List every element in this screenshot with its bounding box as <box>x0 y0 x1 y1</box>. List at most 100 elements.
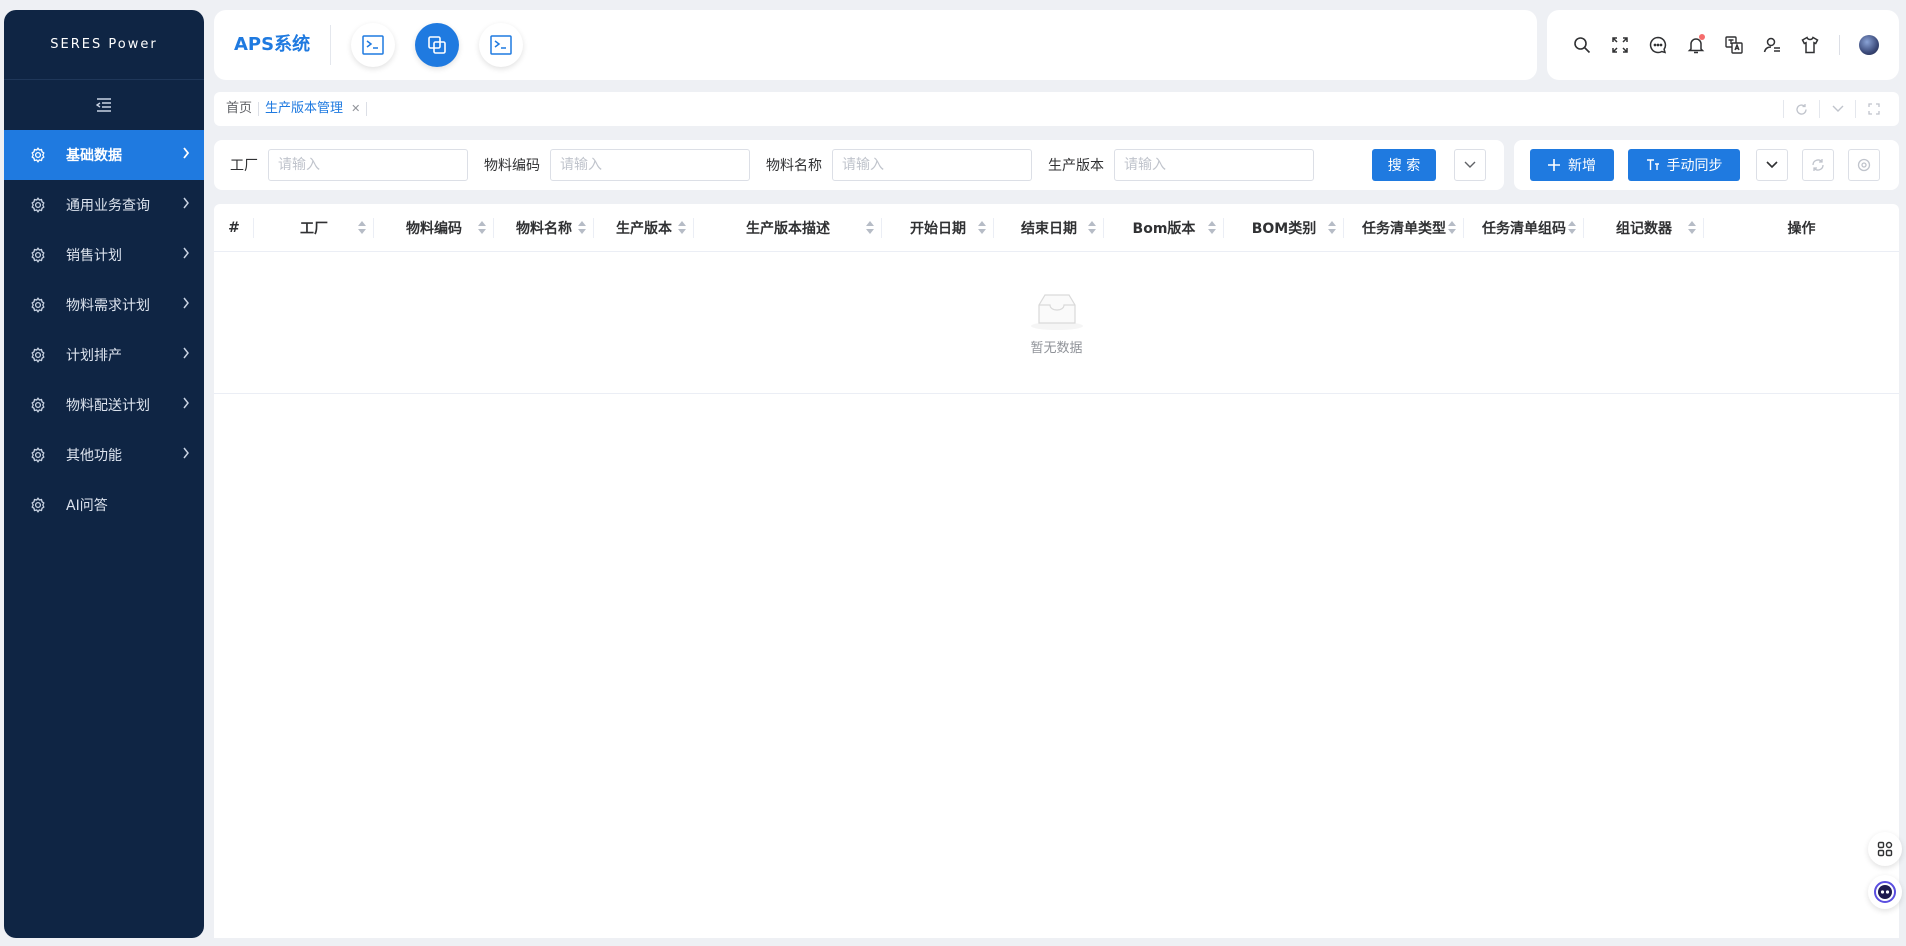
fullscreen-icon <box>1612 37 1628 53</box>
column-header-factory[interactable]: 工厂 <box>254 204 374 252</box>
message-icon <box>1649 36 1667 54</box>
column-header-index: # <box>214 204 254 252</box>
column-header-bom-category[interactable]: BOM类别 <box>1224 204 1344 252</box>
empty-text: 暂无数据 <box>1030 341 1083 356</box>
collapse-menu-button[interactable] <box>4 80 204 130</box>
settings-icon <box>1857 158 1871 172</box>
column-header-bom-version[interactable]: Bom版本 <box>1104 204 1224 252</box>
sort-icon[interactable] <box>978 220 986 234</box>
sort-icon[interactable] <box>478 220 486 234</box>
chevron-down-icon <box>1832 105 1843 112</box>
translate-button[interactable] <box>1715 26 1753 64</box>
production-version-input[interactable] <box>1114 149 1314 181</box>
tab-maximize-button[interactable] <box>1855 100 1891 118</box>
expand-filter-button[interactable] <box>1454 149 1486 181</box>
sort-icon[interactable] <box>1208 220 1216 234</box>
sidebar-item-label: 计划排产 <box>66 348 122 364</box>
column-header-start-date[interactable]: 开始日期 <box>882 204 994 252</box>
refresh-table-button[interactable] <box>1802 149 1834 181</box>
production-version-table: # 工厂 物料编码 物料名称 生产版本 生产版本描述 开始日期 结束日期 Bom… <box>214 204 1899 938</box>
chevron-right-icon <box>182 197 190 209</box>
shirt-icon <box>1801 36 1819 54</box>
notification-button[interactable] <box>1677 26 1715 64</box>
sort-icon[interactable] <box>1328 220 1336 234</box>
manual-sync-button[interactable]: 手动同步 <box>1628 149 1740 181</box>
gear-icon <box>30 297 46 313</box>
sidebar-item-sales-plan[interactable]: 销售计划 <box>4 230 204 280</box>
refresh-icon <box>1812 159 1824 171</box>
theme-button[interactable] <box>1791 26 1829 64</box>
sidebar-item-ai-qa[interactable]: AI问答 <box>4 480 204 530</box>
divider <box>1839 35 1840 55</box>
material-name-label: 物料名称 <box>766 158 822 174</box>
nav-shortcut-button[interactable] <box>351 23 396 67</box>
table-header: # 工厂 物料编码 物料名称 生产版本 生产版本描述 开始日期 结束日期 Bom… <box>214 204 1899 252</box>
message-button[interactable] <box>1639 26 1677 64</box>
search-button[interactable]: 搜 索 <box>1372 149 1436 181</box>
top-header: APS系统 <box>214 10 1537 80</box>
sidebar-item-label: 基础数据 <box>66 148 122 164</box>
column-header-version-description[interactable]: 生产版本描述 <box>694 204 882 252</box>
nav-shortcut-button-active[interactable] <box>415 23 460 67</box>
refresh-icon <box>1796 103 1807 115</box>
sidebar-item-label: 物料配送计划 <box>66 398 150 414</box>
sort-icon[interactable] <box>866 220 874 234</box>
sync-icon <box>1646 159 1659 170</box>
more-actions-button[interactable] <box>1756 149 1788 181</box>
nav-shortcut-button[interactable] <box>479 23 524 67</box>
sidebar-item-label: 其他功能 <box>66 448 122 464</box>
chevron-down-icon <box>1766 161 1778 169</box>
terminal-icon <box>490 35 512 55</box>
terminal-icon <box>362 35 384 55</box>
sidebar-item-production-scheduling[interactable]: 计划排产 <box>4 330 204 380</box>
column-header-task-list-type[interactable]: 任务清单类型 <box>1344 204 1464 252</box>
tab-production-version[interactable]: 生产版本管理 ✕ <box>259 102 368 116</box>
header-toolbar <box>1547 10 1899 80</box>
chevron-down-icon <box>1464 161 1476 168</box>
chevron-right-icon <box>182 397 190 409</box>
column-settings-button[interactable] <box>1848 149 1880 181</box>
search-button[interactable] <box>1563 26 1601 64</box>
sort-icon[interactable] <box>358 220 366 234</box>
sort-icon[interactable] <box>1568 220 1576 234</box>
user-settings-button[interactable] <box>1753 26 1791 64</box>
sort-icon[interactable] <box>678 220 686 234</box>
column-header-material-code[interactable]: 物料编码 <box>374 204 494 252</box>
sidebar-item-material-requirement-plan[interactable]: 物料需求计划 <box>4 280 204 330</box>
refresh-tab-button[interactable] <box>1783 100 1819 118</box>
sort-icon[interactable] <box>578 220 586 234</box>
close-icon[interactable]: ✕ <box>351 102 360 115</box>
column-header-material-name[interactable]: 物料名称 <box>494 204 594 252</box>
tab-dropdown-button[interactable] <box>1819 100 1855 118</box>
chevron-right-icon <box>182 147 190 159</box>
fullscreen-button[interactable] <box>1601 26 1639 64</box>
user-avatar-button[interactable] <box>1850 26 1888 64</box>
material-name-input[interactable] <box>832 149 1032 181</box>
column-header-task-list-group[interactable]: 任务清单组码 <box>1464 204 1584 252</box>
factory-input[interactable] <box>268 149 468 181</box>
sidebar-item-label: 销售计划 <box>66 248 122 264</box>
add-button[interactable]: 新增 <box>1530 149 1614 181</box>
material-code-input[interactable] <box>550 149 750 181</box>
column-header-group-counter[interactable]: 组记数器 <box>1584 204 1704 252</box>
manual-sync-label: 手动同步 <box>1666 158 1723 174</box>
column-header-end-date[interactable]: 结束日期 <box>994 204 1104 252</box>
robot-icon <box>1874 881 1896 903</box>
ai-assistant-button[interactable] <box>1868 875 1902 909</box>
sidebar-item-other-functions[interactable]: 其他功能 <box>4 430 204 480</box>
sort-icon[interactable] <box>1688 220 1696 234</box>
action-bar: 新增 手动同步 <box>1514 140 1899 190</box>
chevron-right-icon <box>182 247 190 259</box>
empty-state: 暂无数据 <box>214 252 1899 394</box>
factory-label: 工厂 <box>230 158 258 174</box>
sort-icon[interactable] <box>1088 220 1096 234</box>
floating-apps-button[interactable] <box>1868 832 1902 866</box>
sidebar-item-material-delivery-plan[interactable]: 物料配送计划 <box>4 380 204 430</box>
sidebar-item-basic-data[interactable]: 基础数据 <box>4 130 204 180</box>
material-code-label: 物料编码 <box>484 158 540 174</box>
tab-home[interactable]: 首页 <box>220 102 260 116</box>
sort-icon[interactable] <box>1448 220 1456 234</box>
logo-text: SERES Power <box>50 37 158 52</box>
column-header-production-version[interactable]: 生产版本 <box>594 204 694 252</box>
sidebar-item-general-query[interactable]: 通用业务查询 <box>4 180 204 230</box>
